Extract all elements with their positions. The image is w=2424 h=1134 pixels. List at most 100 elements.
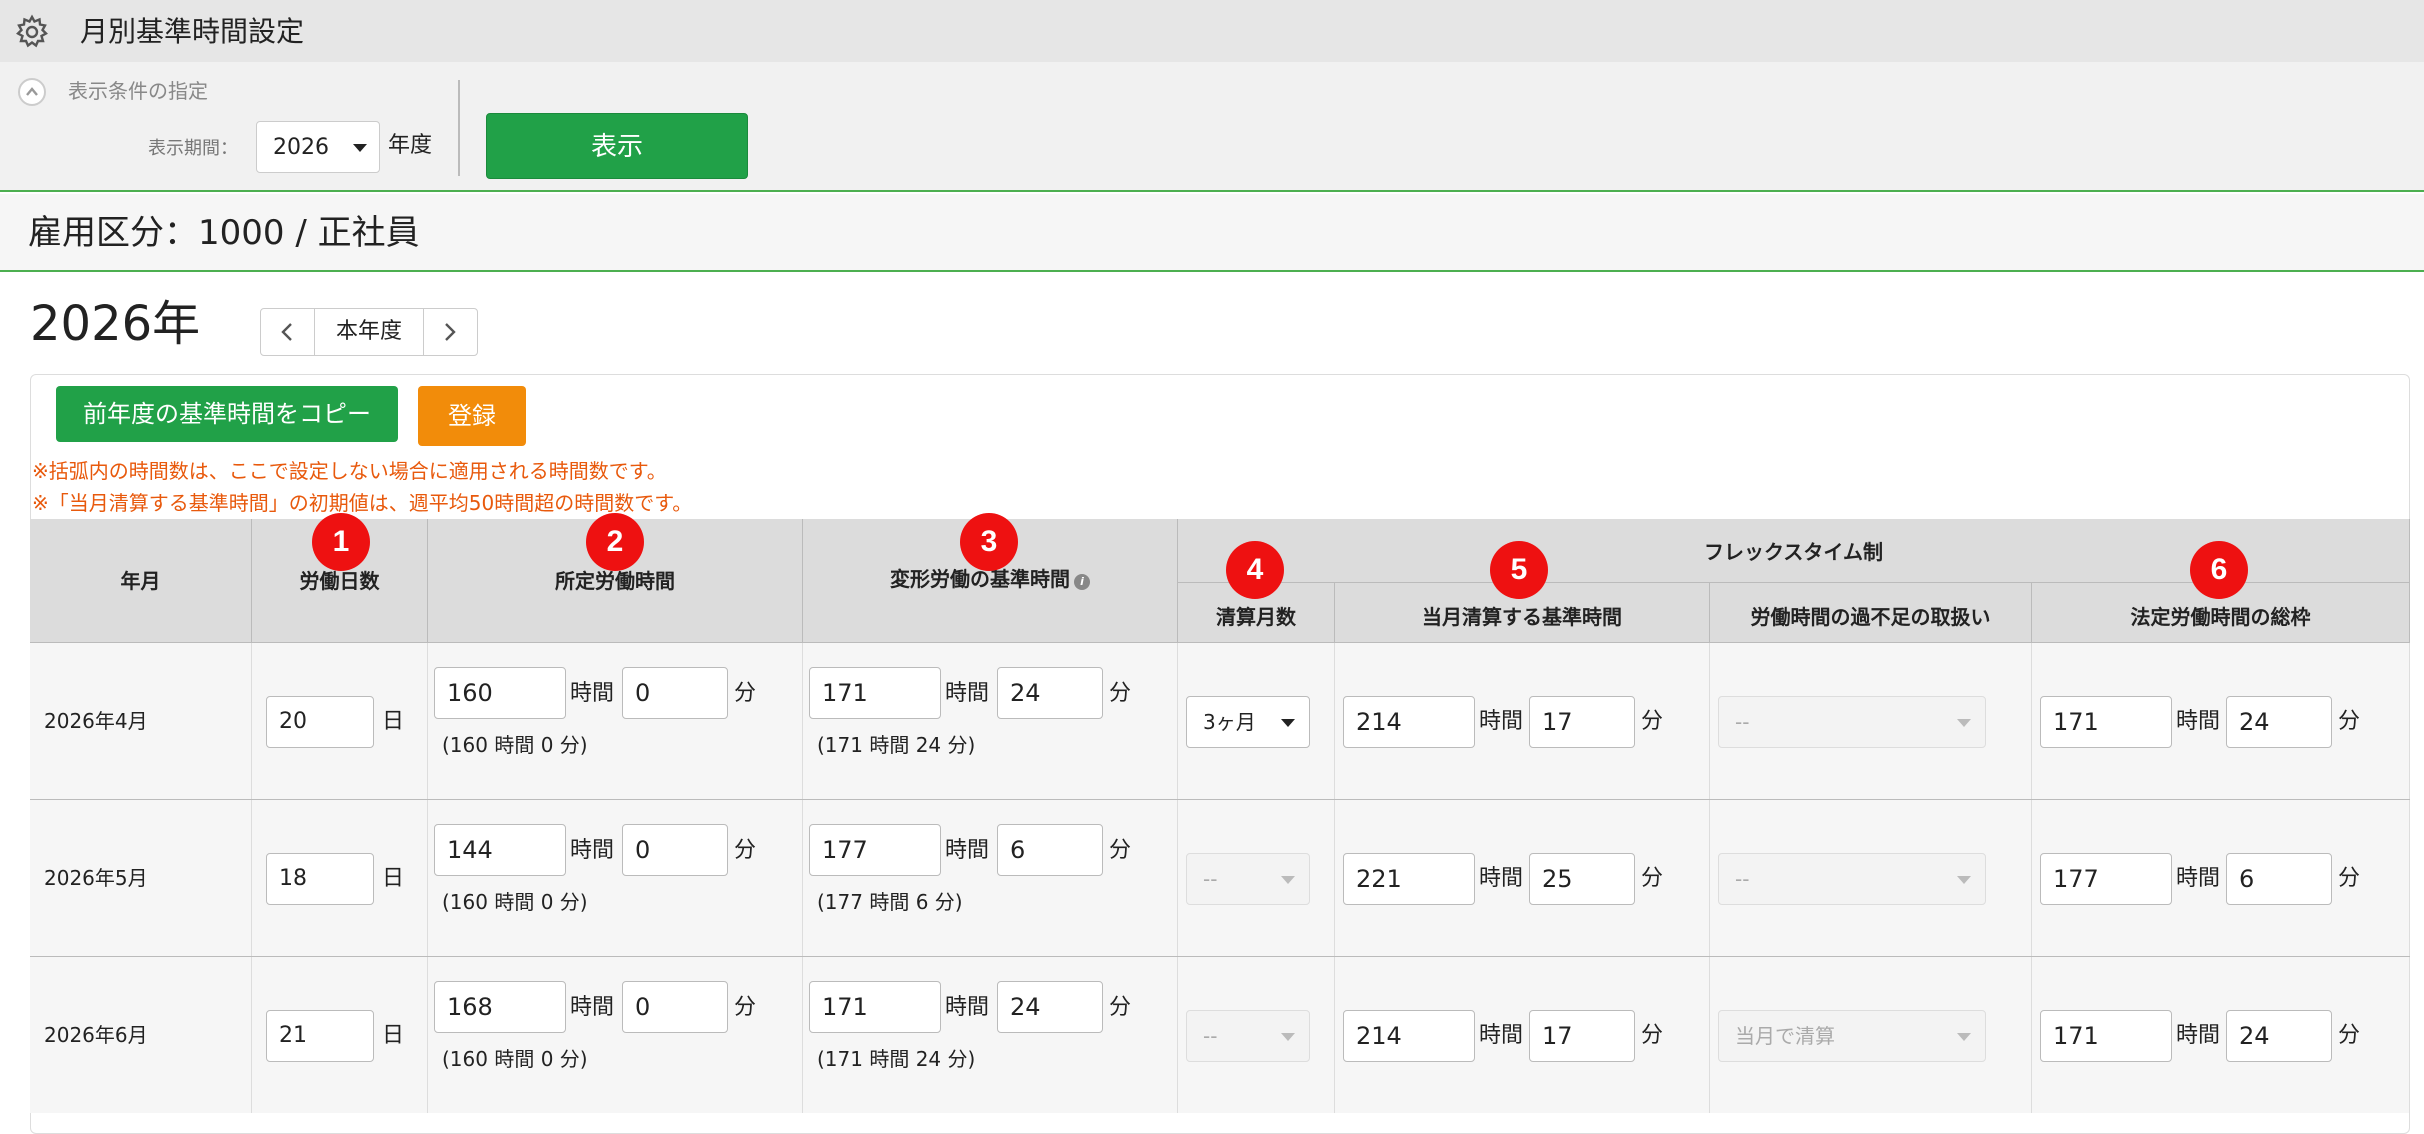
year-heading: 2026年 [30,296,201,352]
work-days-cell: 20 日 [252,643,428,799]
variable-hours-input[interactable]: 177 [809,824,941,876]
monthly-settlement-hours-input[interactable]: 221 [1343,853,1475,905]
hour-unit: 時間 [945,995,990,1020]
minute-unit: 分 [2338,709,2361,734]
variable-default-text: (171 時間 24 分) [817,733,976,757]
year-month-cell: 2026年5月 [30,800,252,956]
year-month-label: 2026年4月 [44,709,148,733]
legal-total-minutes-input[interactable]: 24 [2226,1010,2332,1062]
settlement-months-select: -- [1186,853,1310,905]
header-excess-shortage: 労働時間の過不足の取扱い [1710,583,2032,643]
legal-total-minutes-input[interactable]: 6 [2226,853,2332,905]
legal-total-hours-input[interactable]: 171 [2040,696,2172,748]
prescribed-minutes-input[interactable]: 0 [622,667,728,719]
variable-minutes-input[interactable]: 6 [997,824,1103,876]
settlement-months-value: -- [1203,867,1218,891]
caret-down-icon [1281,876,1295,884]
excess-shortage-value: 当月で清算 [1735,1024,1835,1048]
settlement-months-select[interactable]: 3ヶ月 [1186,696,1310,748]
legal-total-hours-input[interactable]: 177 [2040,853,2172,905]
minute-unit: 分 [2338,1023,2361,1048]
work-days-input[interactable]: 18 [266,853,374,905]
current-year-button[interactable]: 本年度 [315,309,423,355]
step-badge: 5 [1490,541,1548,599]
collapse-toggle-icon[interactable] [18,78,46,106]
monthly-settlement-hours-input[interactable]: 214 [1343,696,1475,748]
excess-shortage-value: -- [1735,867,1750,891]
step-badge: 3 [960,513,1018,571]
next-year-button[interactable] [423,309,477,355]
caret-down-icon [1957,876,1971,884]
caret-down-icon [353,144,367,152]
settlement-months-cell: -- [1178,957,1335,1113]
monthly-settlement-minutes-input[interactable]: 17 [1529,1010,1635,1062]
minute-unit: 分 [1641,709,1664,734]
minute-unit: 分 [734,838,757,863]
legal-total-cell: 171 時間 24 分 [2032,957,2410,1113]
monthly-hours-table: 年月 労働日数 所定労働時間 変形労働の基準時間 i フレックスタイム制 清算月数… [30,513,2410,1113]
settlement-months-select: -- [1186,1010,1310,1062]
hour-unit: 時間 [2176,709,2221,734]
legal-total-minutes-input[interactable]: 24 [2226,696,2332,748]
prescribed-hours-input[interactable]: 168 [434,981,566,1033]
hour-unit: 時間 [570,995,615,1020]
year-select[interactable]: 2026 [256,121,380,173]
prescribed-default-text: (160 時間 0 分) [442,1047,588,1071]
header-year-month: 年月 [30,519,252,643]
monthly-settlement-minutes-input[interactable]: 25 [1529,853,1635,905]
minute-unit: 分 [734,681,757,706]
prescribed-minutes-input[interactable]: 0 [622,981,728,1033]
day-unit: 日 [382,709,405,734]
work-days-cell: 18 日 [252,800,428,956]
step-badge: 1 [312,513,370,571]
employment-category-bar: 雇用区分：1000 / 正社員 [0,194,2424,272]
prescribed-hours-input[interactable]: 160 [434,667,566,719]
work-days-input[interactable]: 21 [266,1010,374,1062]
caret-down-icon [1957,719,1971,727]
table-row: 2026年4月 20 日 160 時間 0 分 (160 時間 0 分) 171… [30,643,2410,800]
variable-minutes-input[interactable]: 24 [997,981,1103,1033]
variable-minutes-input[interactable]: 24 [997,667,1103,719]
minute-unit: 分 [734,995,757,1020]
chevron-right-icon [445,323,456,341]
prescribed-hours-input[interactable]: 144 [434,824,566,876]
settlement-months-cell: 3ヶ月 [1178,643,1335,799]
prescribed-default-text: (160 時間 0 分) [442,890,588,914]
hour-unit: 時間 [1479,709,1524,734]
hour-unit: 時間 [570,681,615,706]
copy-previous-year-button[interactable]: 前年度の基準時間をコピー [56,386,398,442]
legal-total-hours-input[interactable]: 171 [2040,1010,2172,1062]
prescribed-minutes-input[interactable]: 0 [622,824,728,876]
variable-hours-cell: 171 時間 24 分 (171 時間 24 分) [803,957,1178,1113]
employment-category-label: 雇用区分：1000 / 正社員 [28,213,420,253]
gear-icon[interactable] [14,14,50,50]
title-bar: 月別基準時間設定 [0,0,2424,62]
hour-unit: 時間 [2176,1023,2221,1048]
work-days-cell: 21 日 [252,957,428,1113]
monthly-settlement-hours-input[interactable]: 214 [1343,1010,1475,1062]
variable-default-text: (177 時間 6 分) [817,890,963,914]
excess-shortage-select: -- [1718,696,1986,748]
prescribed-default-text: (160 時間 0 分) [442,733,588,757]
info-icon[interactable]: i [1074,574,1090,590]
header-label: 清算月数 [1216,605,1296,629]
hour-unit: 時間 [1479,1023,1524,1048]
settlement-months-value: 3ヶ月 [1203,710,1256,734]
variable-hours-input[interactable]: 171 [809,667,941,719]
excess-shortage-cell: -- [1710,643,2032,799]
step-badge: 6 [2190,541,2248,599]
variable-hours-input[interactable]: 171 [809,981,941,1033]
show-button[interactable]: 表示 [486,113,748,179]
step-badge: 4 [1226,541,1284,599]
day-unit: 日 [382,1023,405,1048]
monthly-settlement-minutes-input[interactable]: 17 [1529,696,1635,748]
previous-year-button[interactable] [261,309,315,355]
table-row: 2026年6月 21 日 168 時間 0 分 (160 時間 0 分) 171… [30,957,2410,1113]
excess-shortage-select: -- [1718,853,1986,905]
header-label: 労働時間の過不足の取扱い [1750,605,1991,629]
condition-panel: 表示条件の指定 表示期間： 2026 年度 表示 [0,62,2424,192]
register-button[interactable]: 登録 [418,386,526,446]
condition-toggle-label[interactable]: 表示条件の指定 [68,76,208,106]
work-days-input[interactable]: 20 [266,696,374,748]
variable-default-text: (171 時間 24 分) [817,1047,976,1071]
